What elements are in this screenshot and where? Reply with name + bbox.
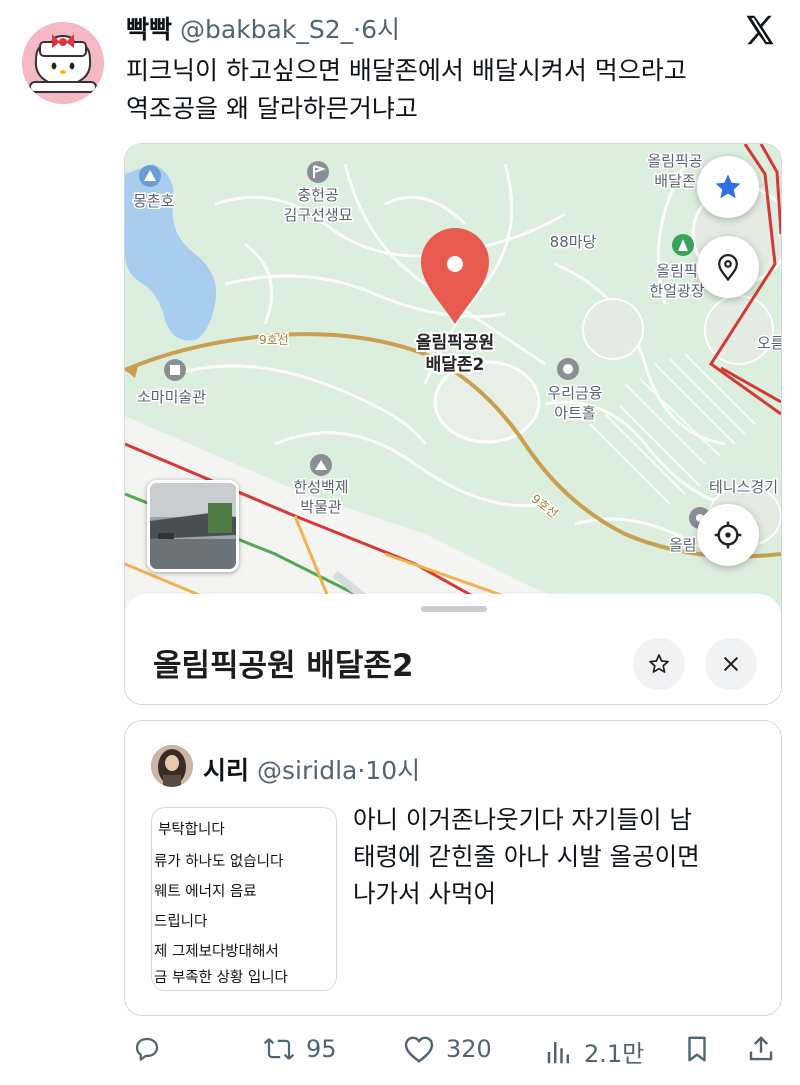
- star-outline-icon: [649, 654, 669, 673]
- hanseong-poi-icon: [310, 454, 332, 476]
- quoted-image-line: 웨트 에너지 음료: [154, 884, 257, 900]
- author-avatar[interactable]: [22, 22, 104, 104]
- quoted-image-line: 금 부족한 상황 입니다: [154, 970, 288, 986]
- place-title: 올림픽공원 배달존2: [153, 648, 414, 684]
- retweet-icon: [263, 1038, 295, 1060]
- share-button[interactable]: [746, 1034, 776, 1064]
- quoted-author-row: 시리 @siridla·10시: [203, 751, 420, 787]
- share-icon: [749, 1036, 773, 1061]
- place-bottom-sheet: 올림픽공원 배달존2: [125, 594, 781, 704]
- close-place-button[interactable]: [705, 638, 757, 690]
- views-icon: [547, 1041, 569, 1063]
- theater-poi-icon: [557, 358, 579, 380]
- reply-button[interactable]: [132, 1034, 162, 1064]
- location-map-button[interactable]: [697, 236, 759, 298]
- save-place-button[interactable]: [633, 638, 685, 690]
- bookmark-button[interactable]: [682, 1034, 712, 1064]
- views-count: 2.1만: [584, 1040, 645, 1068]
- handle[interactable]: @bakbak_S2_: [180, 15, 353, 44]
- quoted-text-line: 아니 이거존나웃기다 자기들이 남: [353, 805, 692, 834]
- quoted-text-line: 태령에 갇힌줄 아나 시발 올공이면: [353, 842, 700, 871]
- display-name[interactable]: 빡빡: [126, 15, 172, 44]
- quoted-display-name[interactable]: 시리: [203, 756, 249, 785]
- retweet-count: 95: [306, 1035, 337, 1063]
- map-card[interactable]: 몽촌호 88마당 소마미술관 테니스경기 올림 오름 충헌공김구선생묘우리금융아…: [124, 143, 782, 705]
- quoted-image-line: 드립니다: [154, 914, 208, 930]
- person-avatar-icon: [151, 745, 193, 787]
- like-button[interactable]: 320: [402, 1034, 492, 1064]
- map-label-lake: 몽촌호: [133, 192, 175, 210]
- quoted-text: 아니 이거존나웃기다 자기들이 남 태령에 갇힌줄 아나 시발 올공이면 나가서…: [353, 801, 763, 912]
- quoted-tweet[interactable]: 시리 @siridla·10시 부탁합니다 류가 하나도 없습니다 웨트 에너지 …: [124, 720, 782, 1016]
- street-view-thumbnail[interactable]: [147, 480, 239, 572]
- sheet-grabber[interactable]: [421, 606, 487, 612]
- map-marker-outline-icon: [718, 254, 738, 282]
- x-logo-icon[interactable]: [742, 12, 778, 48]
- favorite-map-button[interactable]: [697, 156, 759, 218]
- tweet-line: 역조공을 왜 달라하믄거냐고: [126, 94, 418, 123]
- map-label-olympic-right: 오름: [757, 334, 781, 352]
- memorial-poi-icon: [307, 161, 329, 183]
- tweet-actions: 95 320 2.1만: [0, 1030, 800, 1074]
- reply-icon: [135, 1037, 159, 1061]
- quoted-author-avatar[interactable]: [151, 745, 193, 787]
- crosshair-icon: [714, 521, 742, 549]
- author-name-row: 빡빡 @bakbak_S2_·6시: [126, 10, 400, 46]
- map-label-olympic-bottom: 올림: [669, 536, 697, 554]
- bookmark-icon: [688, 1036, 706, 1062]
- star-filled-icon: [715, 174, 741, 199]
- retweet-button[interactable]: 95: [262, 1034, 337, 1064]
- quoted-handle[interactable]: @siridla: [257, 756, 357, 785]
- quoted-image-line: 제 그제보다방대해서: [154, 944, 279, 960]
- close-icon: [723, 656, 739, 672]
- park-poi-icon: [672, 234, 694, 256]
- views-button[interactable]: 2.1만: [544, 1034, 644, 1069]
- cat-avatar-icon: [22, 22, 104, 104]
- map-label-tennis: 테니스경기: [709, 478, 778, 496]
- heart-icon: [404, 1036, 434, 1063]
- map-label-line9-a: 9호선: [259, 333, 289, 347]
- quoted-timestamp: ·10시: [357, 756, 421, 785]
- lake-poi-icon: [139, 165, 161, 187]
- like-count: 320: [446, 1035, 492, 1063]
- quoted-text-line: 나가서 사먹어: [353, 879, 497, 908]
- quoted-image-line: 류가 하나도 없습니다: [154, 854, 284, 870]
- my-location-button[interactable]: [697, 504, 759, 566]
- tweet-text: 피크닉이 하고싶으면 배달존에서 배달시켜서 먹으라고 역조공을 왜 달라하믄거…: [126, 52, 776, 128]
- map-label-madang: 88마당: [550, 233, 597, 251]
- quoted-image[interactable]: 부탁합니다 류가 하나도 없습니다 웨트 에너지 음료 드립니다 제 그제보다방…: [151, 807, 337, 991]
- timestamp[interactable]: ·6시: [353, 15, 400, 44]
- map-label-soma: 소마미술관: [137, 388, 206, 406]
- quoted-image-line: 부탁합니다: [158, 822, 225, 838]
- street-view-image-icon: [150, 483, 236, 569]
- museum-poi-icon: [164, 359, 186, 381]
- tweet-line: 피크닉이 하고싶으면 배달존에서 배달시켜서 먹으라고: [126, 56, 687, 85]
